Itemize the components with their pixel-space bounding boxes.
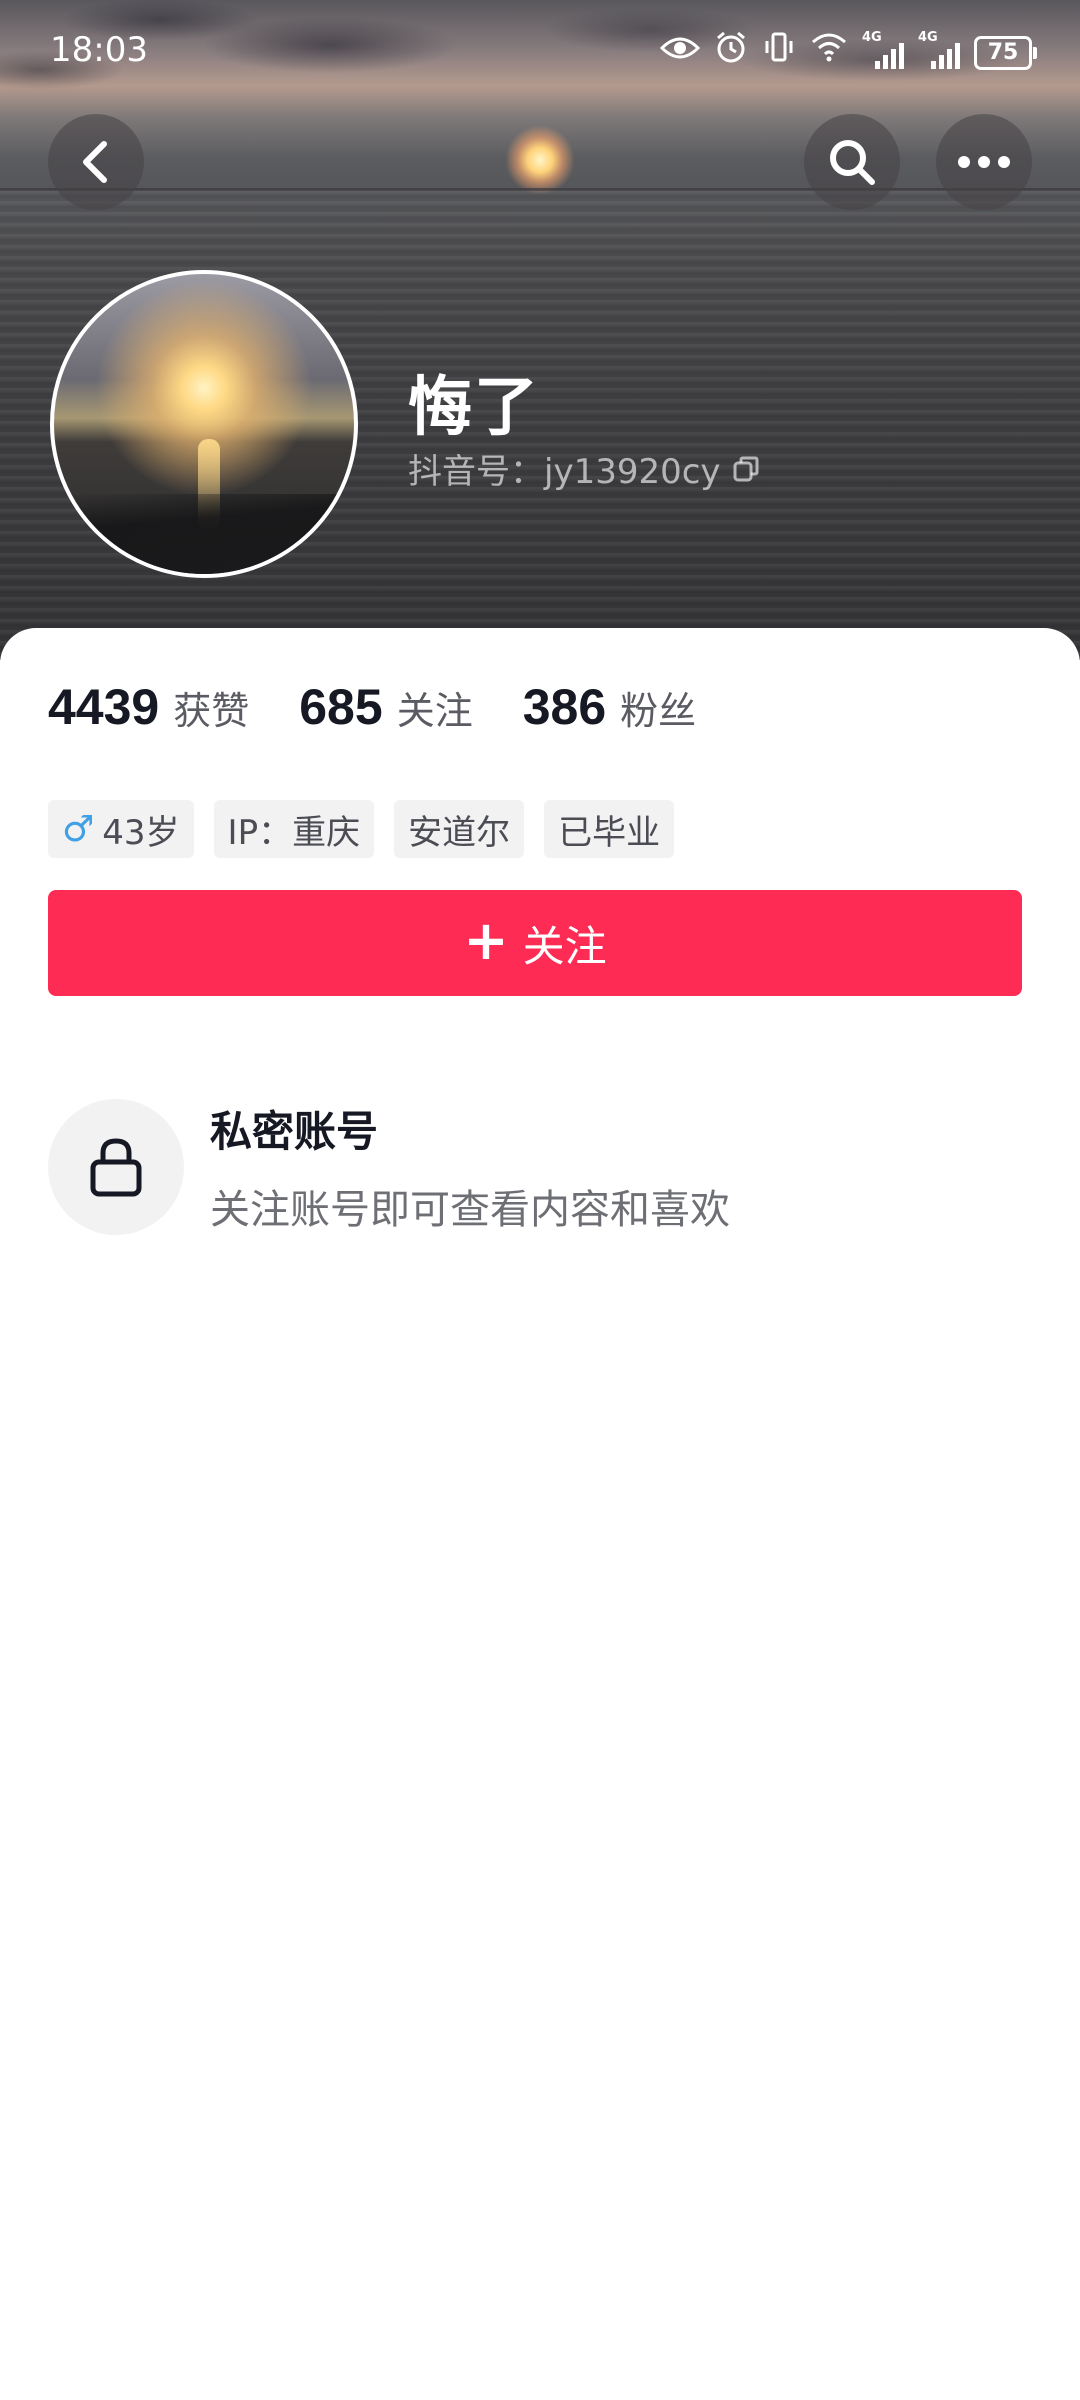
copy-icon[interactable] bbox=[731, 454, 761, 484]
profile-tags: ♂ 43岁 IP：重庆 安道尔 已毕业 bbox=[48, 800, 675, 858]
douyin-id-text: 抖音号：jy13920cy bbox=[408, 452, 721, 492]
search-icon bbox=[830, 140, 875, 185]
tag-school: 已毕业 bbox=[544, 800, 675, 858]
stat-label: 关注 bbox=[396, 689, 473, 733]
battery-icon: 75 bbox=[974, 35, 1037, 70]
search-button[interactable] bbox=[804, 114, 900, 210]
more-icon bbox=[958, 156, 1010, 168]
private-account-description: 关注账号即可查看内容和喜欢 bbox=[210, 1187, 730, 1233]
profile-stats: 4439 获赞 685 关注 386 粉丝 bbox=[48, 678, 746, 736]
alarm-icon bbox=[714, 30, 748, 75]
tag-ip: IP：重庆 bbox=[213, 800, 375, 858]
status-icons: 4G 4G 75 bbox=[659, 30, 1037, 75]
stat-value: 386 bbox=[522, 679, 607, 735]
private-account-text: 私密账号 关注账号即可查看内容和喜欢 bbox=[210, 1098, 730, 1235]
signal-icon: 4G bbox=[862, 30, 904, 69]
avatar[interactable] bbox=[50, 270, 358, 578]
status-time: 18:03 bbox=[50, 30, 148, 70]
profile-content: 4439 获赞 685 关注 386 粉丝 ♂ 43岁 IP：重庆 安道尔 已毕… bbox=[0, 628, 1080, 2400]
plus-icon: + bbox=[463, 909, 509, 972]
follow-button[interactable]: + 关注 bbox=[48, 890, 1022, 996]
lock-badge bbox=[48, 1098, 184, 1235]
follow-button-label: 关注 bbox=[522, 921, 607, 971]
signal-icon-2: 4G bbox=[918, 30, 960, 69]
stat-following[interactable]: 685 关注 bbox=[299, 678, 472, 736]
private-account-notice: 私密账号 关注账号即可查看内容和喜欢 bbox=[48, 1098, 730, 1235]
back-icon bbox=[83, 141, 107, 183]
back-button[interactable] bbox=[48, 114, 144, 210]
status-bar: 18:03 4G 4G 75 bbox=[0, 0, 1080, 100]
tag-location: 安道尔 bbox=[394, 800, 525, 858]
profile-name: 悔了 bbox=[408, 371, 540, 445]
stat-likes[interactable]: 4439 获赞 bbox=[48, 678, 249, 736]
stat-value: 685 bbox=[299, 679, 383, 735]
more-button[interactable] bbox=[936, 114, 1032, 210]
stat-label: 获赞 bbox=[173, 689, 250, 733]
stat-followers[interactable]: 386 粉丝 bbox=[523, 678, 696, 736]
male-icon: ♂ bbox=[62, 808, 95, 850]
stat-value: 4439 bbox=[48, 679, 160, 735]
lock-icon bbox=[90, 1137, 142, 1196]
eye-icon bbox=[659, 33, 701, 73]
private-account-title: 私密账号 bbox=[210, 1107, 379, 1156]
vibrate-icon bbox=[762, 30, 796, 75]
tag-gender-age: ♂ 43岁 bbox=[48, 800, 194, 858]
wifi-icon bbox=[810, 32, 848, 73]
tag-age: 43岁 bbox=[102, 812, 180, 853]
cover-sun bbox=[505, 125, 575, 195]
douyin-id[interactable]: 抖音号：jy13920cy bbox=[408, 444, 761, 493]
stat-label: 粉丝 bbox=[620, 689, 697, 733]
avatar-shore bbox=[54, 494, 354, 574]
